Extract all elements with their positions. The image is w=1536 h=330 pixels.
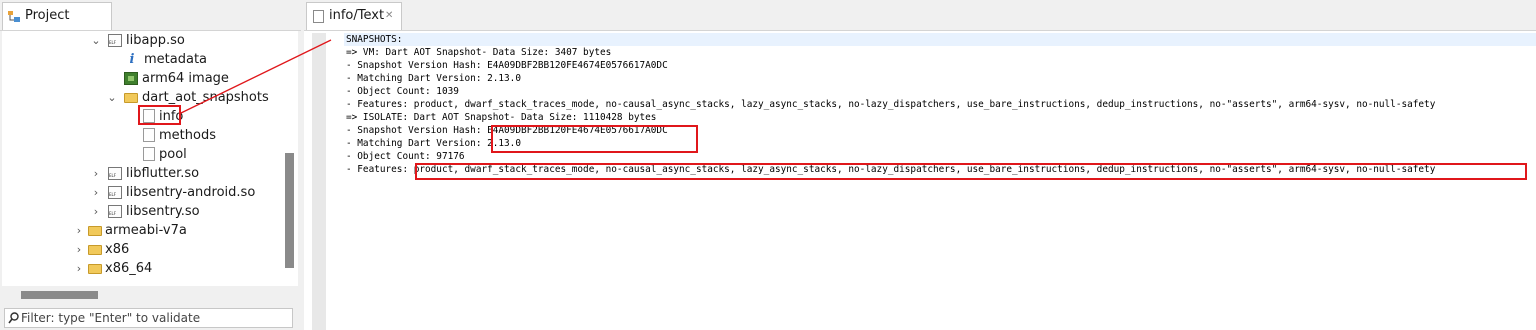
so-file-icon <box>108 34 122 47</box>
so-file-icon <box>108 167 122 180</box>
tab-info-text[interactable]: info/Text ✕ <box>306 2 402 30</box>
tree-vertical-scrollbar[interactable] <box>285 153 294 268</box>
tree-item-label: pool <box>159 147 187 162</box>
tree-item-label: libapp.so <box>126 33 185 48</box>
code-line: SNAPSHOTS: <box>346 34 403 45</box>
annotation-box-hash-version <box>491 125 698 153</box>
project-explorer-tabbar: Project Explorer <box>0 0 301 49</box>
code-line: => ISOLATE: Dart AOT Snapshot- Data Size… <box>346 112 657 123</box>
tree-item-methods[interactable]: methods <box>140 126 290 145</box>
chevron-right-icon[interactable]: › <box>74 240 84 259</box>
code-line: - Object Count: 1039 <box>346 86 459 97</box>
code-line: => VM: Dart AOT Snapshot- Data Size: 340… <box>346 47 612 58</box>
tab-project-explorer[interactable]: Project Explorer <box>2 2 112 49</box>
chevron-right-icon[interactable]: › <box>91 183 101 202</box>
tree-horizontal-scrollbar[interactable] <box>21 291 98 299</box>
tree-item-libflutter-so[interactable]: › libflutter.so <box>91 164 291 183</box>
tree-item-libsentry-so[interactable]: › libsentry.so <box>91 202 291 221</box>
image-icon <box>124 72 138 85</box>
chevron-down-icon[interactable]: ⌄ <box>107 88 117 107</box>
chevron-down-icon[interactable]: ⌄ <box>91 31 101 50</box>
tree-item-label: libflutter.so <box>126 166 200 181</box>
chevron-right-icon[interactable]: › <box>74 259 84 278</box>
folder-icon <box>88 226 102 236</box>
tree-item-libsentry-android-so[interactable]: › libsentry-android.so <box>91 183 291 202</box>
tree-item-label: x86_64 <box>105 261 153 276</box>
document-icon <box>313 10 324 23</box>
tree-item-label: libsentry-android.so <box>126 185 256 200</box>
project-explorer-panel: Project Explorer ⌄ libapp.so i metadata … <box>0 0 301 330</box>
info-icon: i <box>129 52 135 67</box>
so-file-icon <box>108 186 122 199</box>
tree-item-label: metadata <box>144 52 208 67</box>
chevron-right-icon[interactable]: › <box>91 202 101 221</box>
tree-item-label: methods <box>159 128 216 143</box>
close-icon[interactable]: ✕ <box>385 3 393 29</box>
chevron-right-icon[interactable]: › <box>74 221 84 240</box>
document-icon <box>143 128 155 142</box>
filter-placeholder: Filter: type "Enter" to validate <box>21 311 201 325</box>
editor-ruler <box>312 33 326 330</box>
code-text: SNAPSHOTS: => VM: Dart AOT Snapshot- Data… <box>346 33 1435 176</box>
tree-item-label: x86 <box>105 242 130 257</box>
tree-item-label: armeabi-v7a <box>105 223 187 238</box>
chevron-right-icon[interactable]: › <box>91 164 101 183</box>
tree-item-x86[interactable]: › x86 <box>74 240 284 259</box>
text-editor[interactable]: SNAPSHOTS: => VM: Dart AOT Snapshot- Data… <box>344 33 1536 330</box>
tree-item-label: libsentry.so <box>126 204 200 219</box>
code-line: - Features: product, dwarf_stack_traces_… <box>346 99 1436 110</box>
tree-item-pool[interactable]: pool <box>140 145 290 164</box>
tree-item-x86-64[interactable]: › x86_64 <box>74 259 284 278</box>
annotation-box-features <box>415 163 1527 180</box>
editor-tab-title: info/Text <box>329 8 385 23</box>
project-tree: ⌄ libapp.so i metadata arm64 image ⌄ dar… <box>2 31 298 286</box>
filter-input[interactable]: Filter: type "Enter" to validate <box>4 308 293 328</box>
editor-tabbar: info/Text ✕ <box>304 0 1536 31</box>
code-line: - Snapshot Version Hash: E4A09DBF2BB120F… <box>346 60 668 71</box>
folder-icon <box>88 264 102 274</box>
so-file-icon <box>108 205 122 218</box>
document-icon <box>143 147 155 161</box>
tree-item-metadata[interactable]: i metadata <box>122 50 292 69</box>
tree-item-label: arm64 image <box>142 71 229 86</box>
project-explorer-icon <box>8 11 20 22</box>
tree-item-dart-aot-snapshots[interactable]: ⌄ dart_aot_snapshots <box>107 88 292 107</box>
tree-item-armeabi-v7a[interactable]: › armeabi-v7a <box>74 221 284 240</box>
code-line: - Matching Dart Version: 2.13.0 <box>346 73 521 84</box>
folder-open-icon <box>124 93 138 103</box>
annotation-box-info <box>138 105 181 125</box>
tree-item-arm64-image[interactable]: arm64 image <box>122 69 292 88</box>
tree-item-libapp-so[interactable]: ⌄ libapp.so <box>91 31 291 50</box>
folder-icon <box>88 245 102 255</box>
search-icon <box>8 312 19 324</box>
